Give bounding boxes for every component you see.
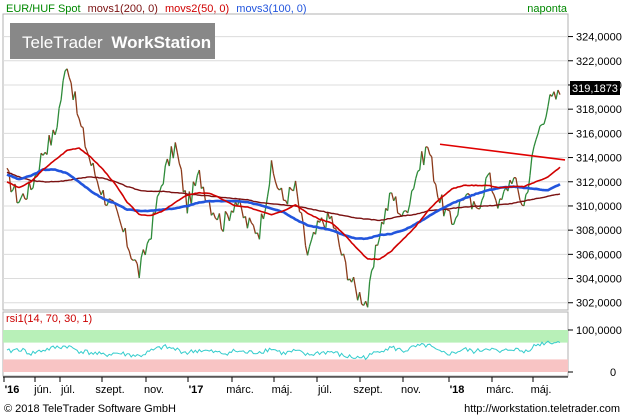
footer-url[interactable]: http://workstation.teletrader.com	[464, 403, 620, 415]
price-y-tick-label: 302,0000	[576, 298, 622, 310]
price-y-tick-label: 312,0000	[576, 177, 622, 189]
rsi-tick-label-0: 0	[610, 367, 616, 379]
watermark-brand-light: TeleTrader	[22, 33, 103, 52]
period-label: naponta	[527, 3, 568, 15]
x-axis-label: márc.	[226, 384, 254, 396]
x-axis-label: nov.	[144, 384, 164, 396]
legend-ma3: movs3(100, 0)	[236, 3, 306, 15]
watermark-badge: TeleTrader WorkStation	[10, 23, 215, 59]
x-axis-label: nov.	[401, 384, 421, 396]
price-segment	[447, 209, 450, 212]
x-axis-label: '18	[450, 384, 465, 396]
x-axis-label: júl.	[60, 384, 75, 396]
legend-instrument: EUR/HUF Spot	[6, 3, 81, 15]
rsi-overbought-band	[3, 330, 568, 343]
rsi-tick-label-100: 100,0000	[576, 325, 622, 337]
x-axis-label: márc.	[486, 384, 514, 396]
price-y-tick-label: 306,0000	[576, 249, 622, 261]
price-y-tick-label: 318,0000	[576, 104, 622, 116]
last-price-badge: 319,1873	[570, 81, 620, 95]
svg-text:TeleTrader WorkStation: TeleTrader WorkStation	[22, 33, 211, 52]
price-y-tick-label: 310,0000	[576, 201, 622, 213]
price-segment	[110, 199, 114, 202]
price-y-tick-label: 322,0000	[576, 56, 622, 68]
price-y-tick-label: 314,0000	[576, 153, 622, 165]
footer-copyright: © 2018 TeleTrader Software GmbH	[4, 403, 176, 415]
price-segment	[397, 212, 400, 215]
watermark-brand-bold: WorkStation	[111, 33, 211, 52]
legend-ma1: movs1(200, 0)	[88, 3, 158, 15]
price-y-tick-label: 304,0000	[576, 274, 622, 286]
x-axis-label: máj.	[531, 384, 552, 396]
rsi-label: rsi1(14, 70, 30, 1)	[6, 313, 92, 325]
x-axis-label: jún.	[33, 384, 52, 396]
x-axis: '16 jún. júl. szept. nov. '17 márc. máj. júl. sze…	[3, 376, 568, 396]
x-axis-label: szept.	[95, 384, 124, 396]
legend-ma2: movs2(50, 0)	[165, 3, 229, 15]
x-axis-label: szept.	[353, 384, 382, 396]
last-price-value: 319,1873	[572, 83, 618, 95]
x-axis-label: '17	[189, 384, 204, 396]
price-y-axis: 302,0000 304,0000 306,0000 308,0000 310,0000…	[568, 32, 622, 310]
x-axis-label: '16	[5, 384, 20, 396]
price-y-tick-label: 316,0000	[576, 128, 622, 140]
rsi-oversold-band	[3, 359, 568, 372]
price-y-tick-label: 324,0000	[576, 32, 622, 44]
price-y-tick-label: 308,0000	[576, 225, 622, 237]
x-axis-label: júl.	[317, 384, 332, 396]
chart-root: 302,0000 304,0000 306,0000 308,0000 310,0000…	[2, 3, 622, 415]
x-axis-label: máj.	[272, 384, 293, 396]
legend: EUR/HUF Spot movs1(200, 0) movs2(50, 0) …	[6, 3, 307, 15]
